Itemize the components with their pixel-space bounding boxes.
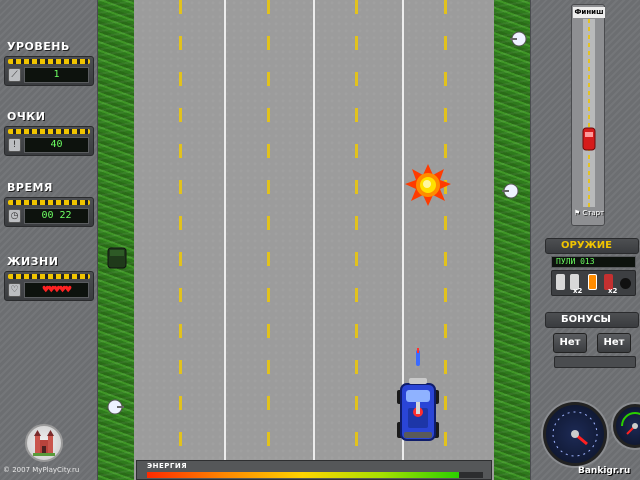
level-label: УРОВЕНЬ	[7, 40, 70, 53]
castle-icon	[33, 430, 55, 456]
road	[134, 0, 494, 480]
hazard-stripe	[8, 274, 90, 279]
start-label-text: Старт	[582, 209, 605, 217]
player-car-icon[interactable]	[396, 378, 440, 444]
energy-bar-fill	[147, 472, 460, 478]
roadside-lamp	[510, 31, 527, 47]
time-stat: ВРЕМЯ ◷ 00 22	[4, 181, 94, 227]
lane-line	[224, 0, 226, 480]
hazard-stripe	[8, 59, 90, 64]
weapon-slots: x2 x2	[551, 270, 636, 296]
energy-panel: ЭНЕРГИЯ	[136, 460, 492, 480]
finish-label: Финиш	[573, 7, 605, 18]
bonuses-title: БОНУСЫ	[545, 312, 639, 328]
watermark-text: Bankigr.ru	[578, 466, 631, 476]
roadside-bin	[107, 247, 127, 269]
weapons-title: ОРУЖИЕ	[545, 238, 639, 254]
track-progress-map: Финиш ⚑ Старт	[571, 4, 605, 226]
weapon-slot-bullets[interactable]	[556, 274, 565, 290]
hazard-stripe	[8, 200, 90, 205]
score-icon: !	[8, 138, 21, 152]
lives-label: ЖИЗНИ	[7, 255, 59, 268]
time-icon: ◷	[8, 209, 21, 223]
time-value: 00 22	[24, 208, 89, 224]
energy-bar	[147, 472, 483, 478]
speedometer-icon	[543, 402, 607, 466]
track-center-line	[588, 19, 590, 207]
copyright-text: © 2007 MyPlayCity.ru	[3, 466, 80, 474]
ammo-counter: ПУЛИ 013	[551, 256, 636, 268]
weapon-multiplier: x2	[608, 287, 618, 295]
lives-hearts: ♥♥♥♥♥	[24, 282, 89, 298]
bomb-icon[interactable]	[620, 278, 631, 289]
level-stat: УРОВЕНЬ ⟋ 1	[4, 40, 94, 86]
score-stat: ОЧКИ ! 40	[4, 110, 94, 156]
level-box: ⟋ 1	[4, 56, 94, 86]
speedometer-dial	[552, 411, 598, 457]
grass-right	[494, 0, 530, 480]
bonus-slot-2-button[interactable]: Нет	[597, 333, 631, 353]
score-value: 40	[24, 137, 89, 153]
score-label: ОЧКИ	[7, 110, 46, 123]
energy-label: ЭНЕРГИЯ	[147, 462, 188, 470]
hazard-stripe	[8, 129, 90, 134]
weapon-multiplier: x2	[573, 287, 583, 295]
level-value: 1	[24, 67, 89, 83]
bullet-icon	[416, 348, 420, 366]
castle-logo[interactable]	[25, 424, 63, 462]
weapon-slot-mine[interactable]	[588, 274, 597, 290]
lives-icon: ♡	[8, 283, 21, 297]
tachometer-dial	[621, 412, 640, 435]
roadside-lamp	[502, 183, 519, 199]
time-label: ВРЕМЯ	[7, 181, 53, 194]
roadside-lamp	[107, 399, 124, 415]
bonus-slot-1-button[interactable]: Нет	[553, 333, 587, 353]
lane-line	[313, 0, 315, 480]
time-box: ◷ 00 22	[4, 197, 94, 227]
tachometer-icon	[613, 404, 640, 448]
lane-marking	[444, 0, 447, 480]
right-hud-panel: Финиш ⚑ Старт ОРУЖИЕ ПУЛИ 013 x2 x2 БОНУ…	[530, 0, 640, 480]
start-label: ⚑ Старт	[566, 209, 612, 217]
enemy-car-marker	[582, 127, 596, 151]
lane-marking	[355, 0, 358, 480]
lives-box: ♡ ♥♥♥♥♥	[4, 271, 94, 301]
level-icon: ⟋	[8, 68, 21, 82]
bonus-timer-bar	[554, 356, 636, 368]
explosion-icon	[405, 164, 451, 206]
checkered-flag-icon: ⚑	[573, 209, 581, 217]
score-box: ! 40	[4, 126, 94, 156]
lane-marking	[267, 0, 270, 480]
left-hud-panel: УРОВЕНЬ ⟋ 1 ОЧКИ ! 40 ВРЕМЯ ◷ 00 22 ЖИЗН…	[0, 0, 98, 480]
lives-stat: ЖИЗНИ ♡ ♥♥♥♥♥	[4, 255, 94, 301]
lane-marking	[179, 0, 182, 480]
